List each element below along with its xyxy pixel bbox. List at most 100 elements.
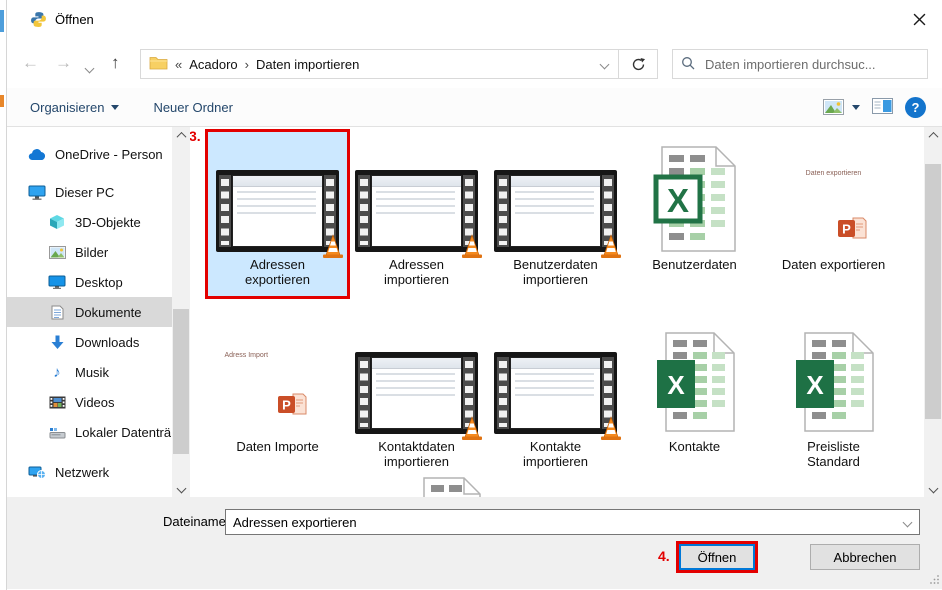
file-label: Benutzerdaten importieren	[504, 257, 608, 287]
sidebar-item-label: Musik	[75, 365, 109, 380]
filename-label: Dateiname:	[163, 514, 229, 529]
file-label: Daten exportieren	[782, 257, 886, 272]
up-icon[interactable]: ↑	[111, 53, 120, 73]
sidebar-item-label: Bilder	[75, 245, 108, 260]
film-icon	[48, 396, 66, 409]
view-mode-button[interactable]	[823, 99, 860, 115]
vlc-video-icon	[355, 170, 478, 252]
filename-combobox[interactable]	[225, 509, 920, 535]
file-tile-kontakte[interactable]: X Kontakte	[625, 314, 764, 478]
cancel-button[interactable]: Abbrechen	[810, 544, 920, 570]
scroll-down-icon[interactable]	[924, 480, 942, 497]
file-tile-preisliste-standard[interactable]: X Preisliste Standard	[764, 314, 903, 478]
search-input[interactable]	[703, 56, 919, 73]
onedrive-cloud-icon	[28, 148, 46, 161]
file-tile-daten-exportieren[interactable]: Daten exportieren P Daten exportieren	[764, 132, 903, 296]
organize-button[interactable]: Organisieren	[22, 96, 127, 119]
svg-text:X: X	[667, 370, 685, 400]
address-dropdown-icon[interactable]	[590, 61, 618, 68]
help-button[interactable]: ?	[905, 97, 926, 118]
python-app-icon	[30, 11, 47, 31]
file-tile-kontaktdaten-importieren[interactable]: Kontaktdaten importieren	[347, 314, 486, 478]
scroll-down-icon[interactable]	[172, 480, 190, 497]
command-bar: Organisieren Neuer Ordner	[7, 88, 942, 127]
sidebar-item-label: Downloads	[75, 335, 139, 350]
back-icon[interactable]: ←	[22, 53, 39, 73]
powerpoint-icon: P	[277, 392, 307, 418]
scrollbar-thumb[interactable]	[925, 164, 941, 419]
new-folder-label: Neuer Ordner	[153, 100, 232, 115]
sidebar-item-3d-objects[interactable]: 3D-Objekte	[7, 207, 172, 237]
filename-input[interactable]	[226, 514, 895, 531]
file-list-scrollbar[interactable]	[924, 127, 942, 497]
sidebar-item-label: 3D-Objekte	[75, 215, 141, 230]
vlc-cone-icon	[600, 416, 622, 441]
refresh-icon[interactable]	[619, 50, 657, 78]
desktop-icon	[48, 275, 66, 289]
preview-pane-icon	[872, 98, 893, 114]
background-window-edge	[0, 0, 7, 590]
open-button[interactable]: Öffnen	[679, 544, 755, 570]
pictures-icon	[48, 246, 66, 259]
sidebar-item-local-disk[interactable]: Lokaler Datenträ	[7, 417, 172, 447]
computer-icon	[28, 185, 46, 200]
scroll-up-icon[interactable]	[924, 127, 942, 144]
annotation-step-3: 3.	[190, 128, 201, 144]
vlc-cone-icon	[461, 234, 483, 259]
navigation-bar: ← → ↑ « Acadoro › Daten importieren	[7, 40, 942, 88]
file-list: 3. Adressen exportieren	[190, 127, 942, 497]
background-fragment-blue	[0, 10, 4, 32]
file-tile-adressen-exportieren[interactable]: 3. Adressen exportieren	[208, 132, 347, 296]
sidebar-item-documents[interactable]: Dokumente	[7, 297, 172, 327]
file-tile-kontakte-importieren[interactable]: Kontakte importieren	[486, 314, 625, 478]
breadcrumb-current[interactable]: Daten importieren	[256, 57, 359, 72]
sidebar-item-this-pc[interactable]: Dieser PC	[7, 177, 172, 207]
powerpoint-icon: P	[837, 216, 867, 242]
open-file-dialog: Öffnen ← → ↑ « Acadoro › Daten importier…	[7, 0, 942, 590]
sidebar-scrollbar[interactable]	[172, 127, 190, 497]
sidebar-item-music[interactable]: ♪ Musik	[7, 357, 172, 387]
title-bar: Öffnen	[7, 0, 942, 40]
sidebar-item-desktop[interactable]: Desktop	[7, 267, 172, 297]
svg-text:X: X	[806, 370, 824, 400]
sidebar-item-label: Desktop	[75, 275, 123, 290]
window-title: Öffnen	[55, 12, 94, 27]
sidebar-item-videos[interactable]: Videos	[7, 387, 172, 417]
organize-label: Organisieren	[30, 100, 104, 115]
file-tile-adressen-importieren[interactable]: Adressen importieren	[347, 132, 486, 296]
close-icon[interactable]	[904, 6, 934, 32]
document-icon	[48, 305, 66, 320]
annotation-box-open: Öffnen	[676, 541, 758, 573]
breadcrumb-acadoro[interactable]: Acadoro	[189, 57, 237, 72]
address-bar[interactable]: « Acadoro › Daten importieren	[140, 49, 658, 79]
history-chevron-icon[interactable]	[86, 60, 93, 75]
chevron-down-icon	[111, 105, 119, 110]
file-label: Adressen exportieren	[226, 257, 330, 287]
excel-icon: X	[655, 332, 735, 432]
search-box[interactable]	[672, 49, 928, 79]
folder-icon	[149, 55, 168, 73]
sidebar-item-network[interactable]: Netzwerk	[7, 457, 172, 487]
sidebar-item-label: Dieser PC	[55, 185, 114, 200]
vlc-cone-icon	[600, 234, 622, 259]
sidebar-item-pictures[interactable]: Bilder	[7, 237, 172, 267]
new-folder-button[interactable]: Neuer Ordner	[145, 96, 240, 119]
vlc-video-icon	[355, 352, 478, 434]
network-icon	[28, 465, 46, 479]
chevron-down-icon[interactable]	[895, 519, 919, 526]
preview-pane-button[interactable]	[872, 98, 893, 117]
file-tile-benutzerdaten-importieren[interactable]: Benutzerdaten importieren	[486, 132, 625, 296]
sidebar-item-onedrive[interactable]: OneDrive - Person	[7, 139, 172, 169]
scrollbar-thumb[interactable]	[173, 309, 189, 454]
forward-icon[interactable]: →	[55, 53, 72, 73]
sidebar-item-downloads[interactable]: Downloads	[7, 327, 172, 357]
scroll-up-icon[interactable]	[172, 127, 190, 144]
breadcrumb-root-chevron[interactable]: «	[175, 57, 182, 72]
resize-grip[interactable]	[929, 572, 940, 587]
vlc-cone-icon	[461, 416, 483, 441]
file-tile-benutzerdaten[interactable]: X Benutzerdaten	[625, 132, 764, 296]
file-tile-daten-importe[interactable]: Adress Import P Daten Importe	[208, 314, 347, 478]
thumbnail-view-icon	[823, 99, 844, 115]
file-label: Daten Importe	[226, 439, 330, 454]
download-arrow-icon	[48, 335, 66, 350]
